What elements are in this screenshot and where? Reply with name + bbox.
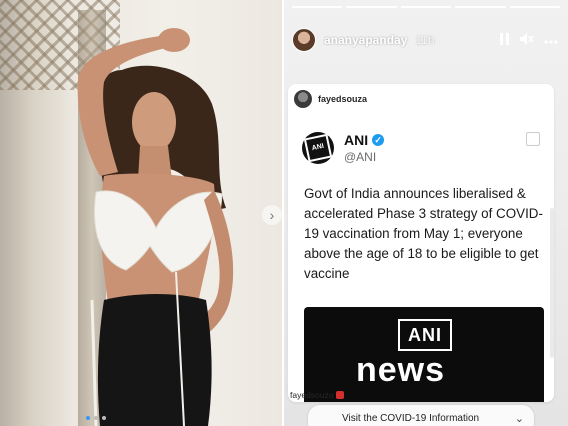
embedded-tweet[interactable]: ANI ANI ✓ @ANI Govt of India announces l… bbox=[292, 124, 554, 402]
chevron-down-icon[interactable]: ⌄ bbox=[515, 412, 524, 425]
tweet-text: Govt of India announces liberalised & ac… bbox=[304, 186, 543, 281]
story-header: ananyapanday 11h bbox=[292, 28, 558, 52]
black-jeans bbox=[97, 294, 212, 426]
person-photo bbox=[77, 28, 234, 426]
chevron-right-icon[interactable]: › bbox=[262, 205, 282, 225]
hand-on-head bbox=[158, 28, 190, 52]
progress-segment bbox=[292, 6, 343, 8]
ani-news-media[interactable]: ANI news bbox=[304, 307, 544, 402]
covid-info-banner[interactable]: Visit the COVID-19 Information ⌄ bbox=[308, 405, 534, 426]
tweet-author-name: ANI ✓ bbox=[344, 132, 385, 148]
story-username[interactable]: ananyapanday bbox=[324, 33, 407, 47]
news-ani-logo: ANI bbox=[398, 319, 452, 351]
progress-segment bbox=[509, 6, 561, 8]
tweet-author: ANI ✓ @ANI bbox=[344, 132, 385, 164]
carousel-dots bbox=[86, 416, 106, 420]
repost-username[interactable]: fayedsouza bbox=[318, 94, 367, 104]
story-progress bbox=[292, 6, 561, 8]
story-controls bbox=[500, 32, 558, 48]
face bbox=[132, 92, 176, 152]
story-viewer: ananyapanday 11h fayedsouza ANI ANI ✓ @A… bbox=[284, 0, 568, 426]
repost-header: fayedsouza bbox=[294, 90, 367, 108]
reposted-story-card[interactable]: fayedsouza ANI ANI ✓ @ANI Govt of India … bbox=[288, 84, 554, 402]
pause-icon[interactable] bbox=[500, 32, 510, 48]
progress-segment bbox=[400, 6, 452, 8]
speaker-icon[interactable] bbox=[520, 32, 534, 48]
tweet-name-text: ANI bbox=[344, 132, 369, 148]
tweet-handle: @ANI bbox=[344, 150, 377, 164]
verified-badge-icon: ✓ bbox=[372, 134, 385, 146]
ani-logo-mark: ANI bbox=[303, 133, 333, 163]
repost-avatar[interactable] bbox=[294, 90, 312, 108]
tweet-header: ANI ANI ✓ @ANI bbox=[302, 132, 385, 164]
carousel-dot-2 bbox=[94, 416, 98, 420]
news-wordmark: news bbox=[356, 351, 446, 389]
carousel-dot-1 bbox=[86, 416, 90, 420]
top-strap bbox=[90, 299, 98, 426]
twitter-logo-icon bbox=[526, 132, 540, 146]
scrollbar[interactable] bbox=[550, 208, 554, 358]
ani-logo: ANI bbox=[302, 132, 334, 164]
progress-segment bbox=[346, 6, 397, 8]
avatar[interactable] bbox=[292, 28, 316, 52]
story-footer: fayedsouza bbox=[290, 390, 345, 400]
progress-segment bbox=[455, 6, 506, 8]
covid-banner-text: Visit the COVID-19 Information bbox=[342, 413, 480, 424]
story-time: 11h bbox=[415, 33, 435, 47]
flag-badge-icon bbox=[336, 391, 345, 399]
more-dots-icon[interactable] bbox=[544, 33, 558, 47]
photo-panel: › bbox=[0, 0, 282, 426]
footer-username[interactable]: fayedsouza bbox=[290, 390, 333, 400]
carousel-dot-3 bbox=[102, 416, 106, 420]
